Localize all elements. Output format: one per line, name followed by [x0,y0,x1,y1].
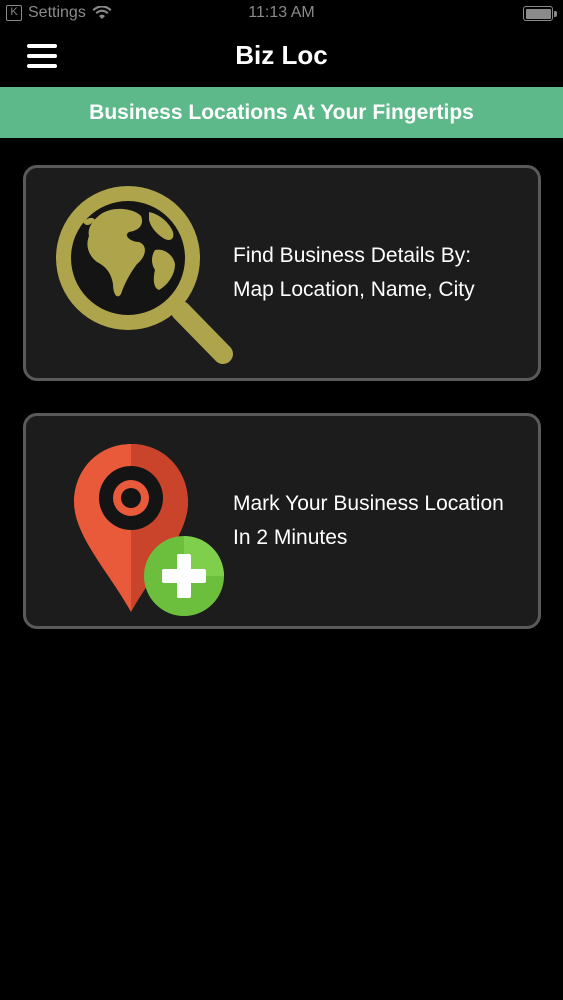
find-business-line2: Map Location, Name, City [233,278,475,301]
hamburger-menu-icon[interactable] [27,44,57,68]
status-time: 11:13 AM [248,4,315,21]
tagline-banner: Business Locations At Your Fingertips [0,87,563,138]
nav-bar: Biz Loc [0,28,563,86]
find-business-text: Find Business Details By: Map Location, … [233,168,534,378]
find-business-line1: Find Business Details By: [233,244,472,267]
map-pin-add-icon [74,444,224,616]
mark-location-text: Mark Your Business Location In 2 Minutes [233,416,534,626]
tagline-text: Business Locations At Your Fingertips [89,100,474,124]
battery-icon [523,6,557,21]
mark-location-card[interactable]: Mark Your Business Location In 2 Minutes [23,413,541,629]
find-business-card[interactable]: Find Business Details By: Map Location, … [23,165,541,381]
status-bar: K Settings 11:13 AM [0,0,563,28]
mark-location-line1: Mark Your Business Location [233,492,504,515]
mark-location-line2: In 2 Minutes [233,526,348,549]
page-title: Biz Loc [235,40,328,70]
globe-magnifier-icon [56,186,233,364]
